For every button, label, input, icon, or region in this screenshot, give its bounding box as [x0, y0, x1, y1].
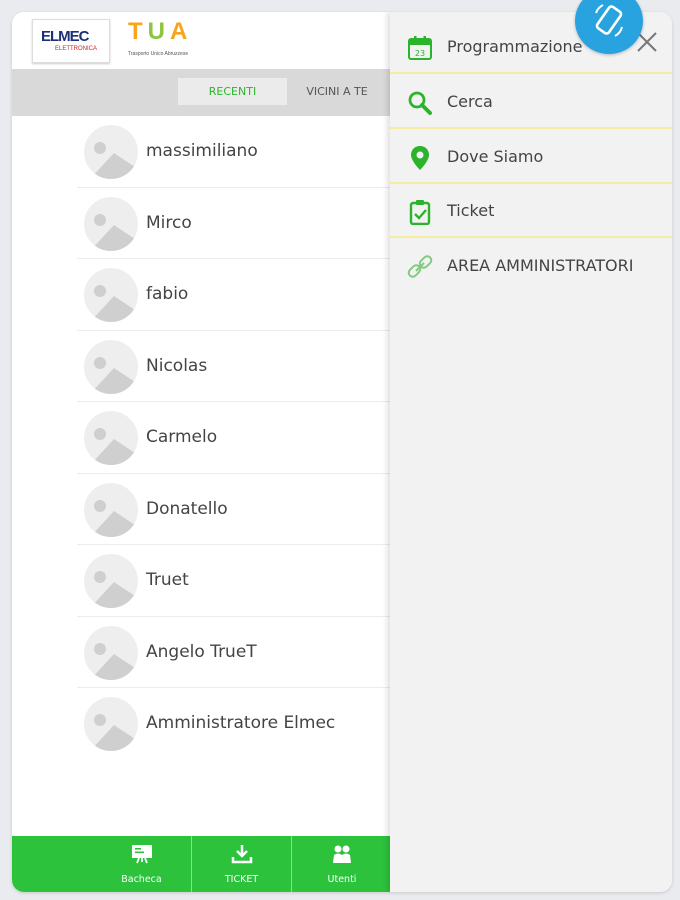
avatar-placeholder-icon [90, 356, 138, 394]
avatar [84, 697, 138, 751]
tab-recenti[interactable]: RECENTI [178, 78, 287, 105]
users-icon [333, 845, 351, 863]
divider [390, 236, 672, 238]
list-item[interactable]: fabio [12, 259, 392, 331]
menu-item-dove-siamo[interactable]: Dove Siamo [390, 130, 672, 184]
avatar-placeholder-icon [90, 642, 138, 680]
tua-logo: TUA Trasporto Unico Abruzzese [128, 18, 193, 57]
avatar [84, 268, 138, 322]
user-name: fabio [146, 284, 189, 304]
menu-item-label: Programmazione [447, 37, 583, 56]
calendar-day-number: 23 [415, 49, 425, 58]
elmec-logo-text: ELMEC [41, 28, 89, 45]
list-item[interactable]: Nicolas [12, 331, 392, 402]
avatar [84, 625, 138, 680]
list-item[interactable]: massimiliano [12, 116, 392, 188]
avatar-placeholder-icon [90, 571, 138, 608]
list-item[interactable]: Amministratore Elmec [12, 688, 392, 760]
avatar [84, 125, 138, 179]
nav-bacheca[interactable]: Bacheca [92, 836, 191, 892]
avatar [84, 411, 138, 465]
user-name: Donatello [146, 498, 228, 519]
avatar-placeholder-icon [90, 213, 138, 251]
tua-logo-tagline: Trasporto Unico Abruzzese [128, 51, 189, 57]
calendar-icon: 23 [408, 36, 432, 60]
user-name: Carmelo [146, 427, 218, 447]
user-name: Amministratore Elmec [146, 713, 336, 733]
list-item[interactable]: Donatello [12, 474, 392, 545]
rotate-device-icon [595, 4, 623, 37]
user-name: Nicolas [146, 355, 208, 376]
clipboard-icon [409, 200, 431, 225]
avatar-placeholder-icon [90, 714, 138, 751]
avatar [84, 482, 138, 537]
link-icon [407, 255, 433, 278]
list-item[interactable]: Mirco [12, 188, 392, 259]
nav-utenti-label: Utenti [327, 874, 357, 885]
download-icon [231, 845, 252, 864]
divider [390, 72, 672, 74]
nav-ticket[interactable]: TICKET [192, 836, 291, 892]
divider [390, 127, 672, 129]
nav-bacheca-label: Bacheca [121, 874, 162, 885]
bottom-nav: Bacheca TICKET Utenti [12, 836, 392, 892]
nav-ticket-label: TICKET [224, 874, 259, 885]
menu-item-area-amministratori[interactable]: AREA AMMINISTRATORI [390, 239, 672, 293]
elmec-logo-subtext: ELETTRONICA [55, 46, 98, 52]
avatar-placeholder-icon [90, 428, 138, 465]
app-frame: ELMEC ELETTRONICA TUA Trasporto Unico Ab… [12, 12, 672, 892]
location-pin-icon [411, 146, 429, 170]
menu-item-label: Ticket [447, 201, 495, 220]
avatar [84, 554, 138, 608]
list-item[interactable]: Carmelo [12, 402, 392, 474]
user-name: Truet [146, 570, 189, 590]
avatar [84, 196, 138, 251]
user-name: Angelo TrueT [146, 641, 257, 662]
side-drawer: 23 Programmazione Cerca Dove Siamo Ticke… [390, 12, 672, 892]
user-name: massimiliano [146, 141, 258, 161]
avatar-placeholder-icon [90, 142, 138, 179]
search-icon [408, 91, 432, 115]
user-list: massimiliano Mirco fabio Nicolas Carmelo… [12, 116, 392, 760]
menu-item-ticket[interactable]: Ticket [390, 184, 672, 238]
menu-item-label: AREA AMMINISTRATORI [447, 256, 634, 275]
avatar-placeholder-icon [90, 499, 138, 537]
list-item[interactable]: Angelo TrueT [12, 617, 392, 688]
avatar-placeholder-icon [90, 285, 138, 322]
list-item[interactable]: Truet [12, 545, 392, 617]
elmec-logo: ELMEC ELETTRONICA [32, 19, 110, 63]
avatar [84, 339, 138, 394]
user-name: Mirco [146, 212, 192, 233]
menu-item-label: Cerca [447, 92, 493, 111]
menu-item-cerca[interactable]: Cerca [390, 75, 672, 129]
tab-vicini-a-te[interactable]: VICINI A TE [287, 78, 387, 105]
menu-item-label: Dove Siamo [447, 147, 544, 166]
nav-utenti[interactable]: Utenti [292, 836, 392, 892]
board-icon [131, 845, 152, 864]
